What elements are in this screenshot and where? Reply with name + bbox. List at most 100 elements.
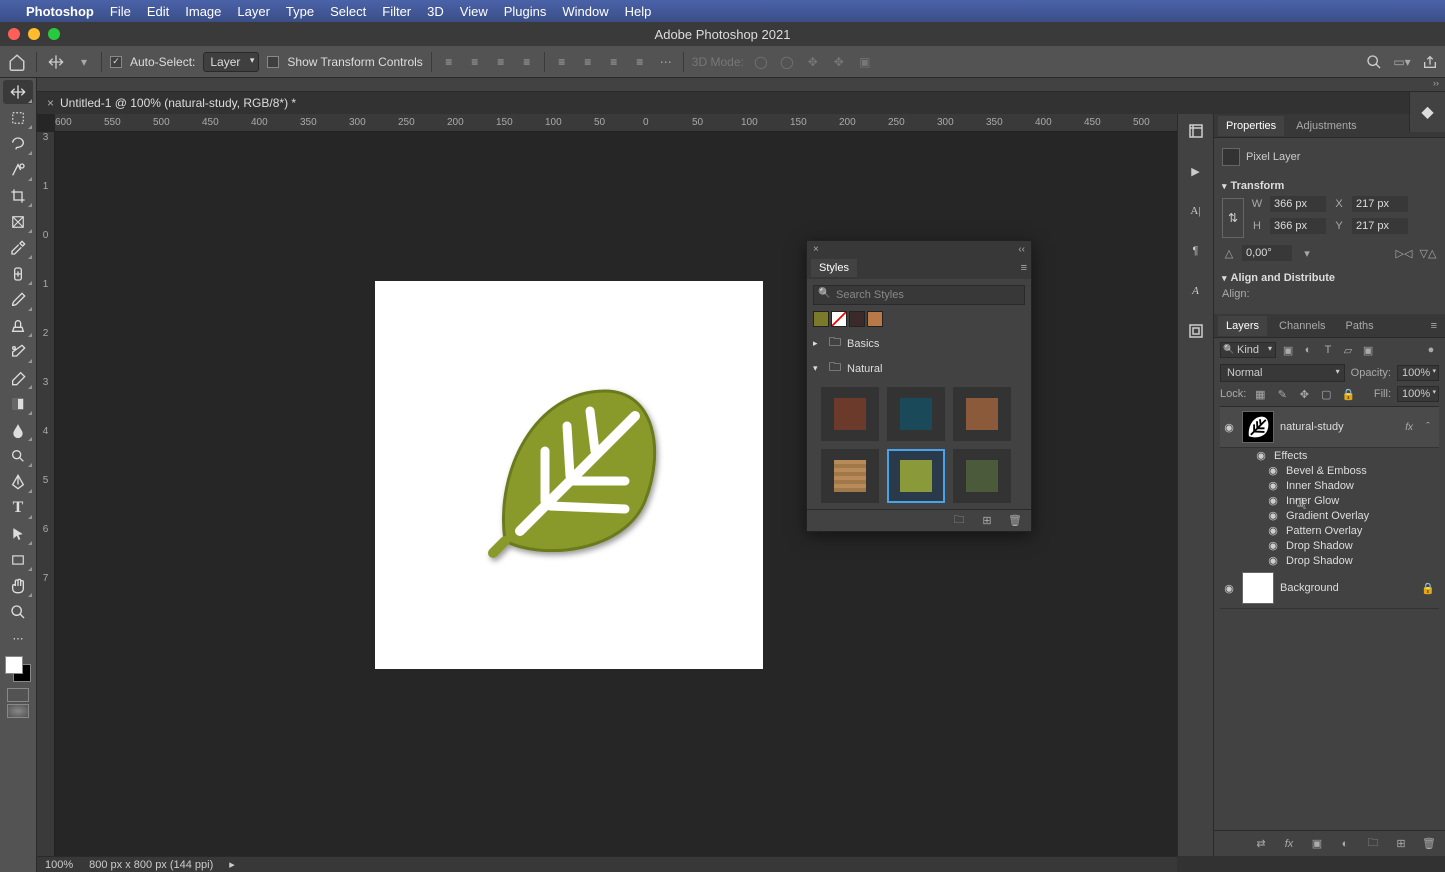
workspace-switcher-icon[interactable]: ▭▾ — [1393, 53, 1411, 71]
clone-stamp-tool[interactable] — [3, 314, 33, 338]
style-thumb[interactable] — [821, 449, 879, 503]
history-dock-icon[interactable] — [1185, 120, 1207, 142]
effect-drop-shadow-1[interactable]: ◉Drop Shadow — [1220, 538, 1439, 553]
blur-tool[interactable] — [3, 418, 33, 442]
visibility-toggle-icon[interactable]: ◉ — [1266, 539, 1280, 552]
fx-indicator[interactable]: fx — [1405, 422, 1413, 433]
filter-type-icon[interactable]: T — [1320, 343, 1336, 357]
distribute-bottom-icon[interactable]: ≡ — [605, 53, 623, 71]
effect-gradient-overlay[interactable]: ◉Gradient Overlay — [1220, 508, 1439, 523]
style-thumb-selected[interactable] — [887, 449, 945, 503]
layer-background[interactable]: ◉ Background 🔒 — [1220, 568, 1439, 609]
layer-natural-study[interactable]: ◉ natural-study fx ˆ — [1220, 407, 1439, 448]
menu-window[interactable]: Window — [562, 4, 608, 19]
close-tab-icon[interactable]: × — [47, 96, 54, 110]
layer-thumbnail[interactable] — [1242, 572, 1274, 604]
visibility-toggle-icon[interactable]: ◉ — [1254, 449, 1268, 462]
style-swatch[interactable] — [849, 311, 865, 327]
collapse-right-icon[interactable]: ›› — [1433, 78, 1439, 91]
blend-mode-dropdown[interactable]: Normal — [1220, 364, 1345, 382]
filter-kind-dropdown[interactable]: Kind — [1220, 342, 1276, 358]
history-brush-tool[interactable] — [3, 340, 33, 364]
character-dock-icon[interactable]: A| — [1185, 200, 1207, 222]
flip-vertical-icon[interactable]: ▽△ — [1419, 244, 1437, 262]
opacity-input[interactable]: 100% — [1397, 365, 1439, 381]
visibility-toggle-icon[interactable]: ◉ — [1266, 509, 1280, 522]
effects-header[interactable]: ◉Effects — [1220, 448, 1439, 463]
visibility-toggle-icon[interactable]: ◉ — [1266, 479, 1280, 492]
marquee-tool[interactable] — [3, 106, 33, 130]
visibility-toggle-icon[interactable]: ◉ — [1222, 582, 1236, 595]
effect-pattern-overlay[interactable]: ◉Pattern Overlay — [1220, 523, 1439, 538]
filter-shape-icon[interactable]: ▱ — [1340, 343, 1356, 357]
folder-basics[interactable]: ▸ 🗀 Basics — [807, 331, 1031, 356]
ruler-vertical[interactable]: 3101234567 — [37, 132, 55, 856]
new-style-icon[interactable]: ⊞ — [979, 513, 995, 529]
show-transform-checkbox[interactable] — [267, 56, 279, 68]
visibility-toggle-icon[interactable]: ◉ — [1266, 554, 1280, 567]
chevron-right-icon[interactable]: ▸ — [813, 338, 823, 349]
width-input[interactable] — [1270, 196, 1326, 212]
style-swatch[interactable] — [867, 311, 883, 327]
layer-styles-icon[interactable]: fx — [1281, 836, 1297, 852]
zoom-tool[interactable] — [3, 600, 33, 624]
menu-filter[interactable]: Filter — [382, 4, 411, 19]
paragraph-dock-icon[interactable]: ¶ — [1185, 240, 1207, 262]
quick-selection-tool[interactable] — [3, 158, 33, 182]
move-tool[interactable] — [3, 80, 33, 104]
path-selection-tool[interactable] — [3, 522, 33, 546]
filter-toggle-icon[interactable]: ● — [1423, 343, 1439, 357]
color-dock-icon[interactable]: ◆ — [1421, 102, 1433, 122]
close-window-button[interactable] — [8, 28, 20, 40]
visibility-toggle-icon[interactable]: ◉ — [1266, 464, 1280, 477]
menu-edit[interactable]: Edit — [147, 4, 169, 19]
rectangle-tool[interactable] — [3, 548, 33, 572]
healing-brush-tool[interactable] — [3, 262, 33, 286]
effect-inner-shadow[interactable]: ◉Inner Shadow — [1220, 478, 1439, 493]
tab-channels[interactable]: Channels — [1271, 316, 1333, 336]
folder-natural[interactable]: ▾ 🗀 Natural — [807, 356, 1031, 381]
group-layers-icon[interactable]: 🗀 — [1365, 836, 1381, 852]
home-icon[interactable] — [6, 51, 28, 73]
gradient-tool[interactable] — [3, 392, 33, 416]
tab-layers[interactable]: Layers — [1218, 316, 1267, 336]
layer-thumbnail[interactable] — [1242, 411, 1274, 443]
quick-mask-toggle[interactable] — [7, 688, 29, 718]
style-thumb[interactable] — [953, 387, 1011, 441]
new-layer-icon[interactable]: ⊞ — [1393, 836, 1409, 852]
distribute-left-icon[interactable]: ≡ — [631, 53, 649, 71]
fx-collapse-icon[interactable]: ˆ — [1419, 418, 1437, 436]
styles-panel[interactable]: × ‹‹ Styles ≡ Search Styles ▸ 🗀 Basics ▾… — [806, 240, 1032, 532]
align-top-icon[interactable]: ≡ — [518, 53, 536, 71]
height-input[interactable] — [1270, 218, 1326, 234]
lock-artboard-icon[interactable]: ▢ — [1318, 387, 1334, 401]
preset-folder-icon[interactable]: 🗀 — [951, 513, 967, 529]
move-tool-icon[interactable] — [45, 51, 67, 73]
eraser-tool[interactable] — [3, 366, 33, 390]
style-swatch[interactable] — [813, 311, 829, 327]
lock-image-icon[interactable]: ✎ — [1274, 387, 1290, 401]
filter-smart-icon[interactable]: ▣ — [1360, 343, 1376, 357]
tab-adjustments[interactable]: Adjustments — [1288, 116, 1365, 136]
effect-bevel-emboss[interactable]: ◉Bevel & Emboss — [1220, 463, 1439, 478]
link-wh-icon[interactable]: ⇅ — [1222, 198, 1244, 238]
effect-inner-glow[interactable]: ◉Inner Glow — [1220, 493, 1439, 508]
style-thumb[interactable] — [887, 387, 945, 441]
effect-drop-shadow-2[interactable]: ◉Drop Shadow — [1220, 553, 1439, 568]
visibility-toggle-icon[interactable]: ◉ — [1222, 421, 1236, 434]
menu-select[interactable]: Select — [330, 4, 366, 19]
pen-tool[interactable] — [3, 470, 33, 494]
menu-image[interactable]: Image — [185, 4, 221, 19]
menu-layer[interactable]: Layer — [237, 4, 270, 19]
lock-transparency-icon[interactable]: ▦ — [1252, 387, 1268, 401]
tab-paths[interactable]: Paths — [1338, 316, 1382, 336]
fill-input[interactable]: 100% — [1397, 386, 1439, 402]
crop-tool[interactable] — [3, 184, 33, 208]
angle-input[interactable] — [1242, 245, 1292, 261]
doc-info[interactable]: 800 px x 800 px (144 ppi) — [89, 859, 213, 871]
minimize-window-button[interactable] — [28, 28, 40, 40]
adjustment-layer-icon[interactable]: ◐ — [1337, 836, 1353, 852]
delete-layer-icon[interactable]: 🗑 — [1421, 836, 1437, 852]
layer-mask-icon[interactable]: ▣ — [1309, 836, 1325, 852]
lock-position-icon[interactable]: ✥ — [1296, 387, 1312, 401]
